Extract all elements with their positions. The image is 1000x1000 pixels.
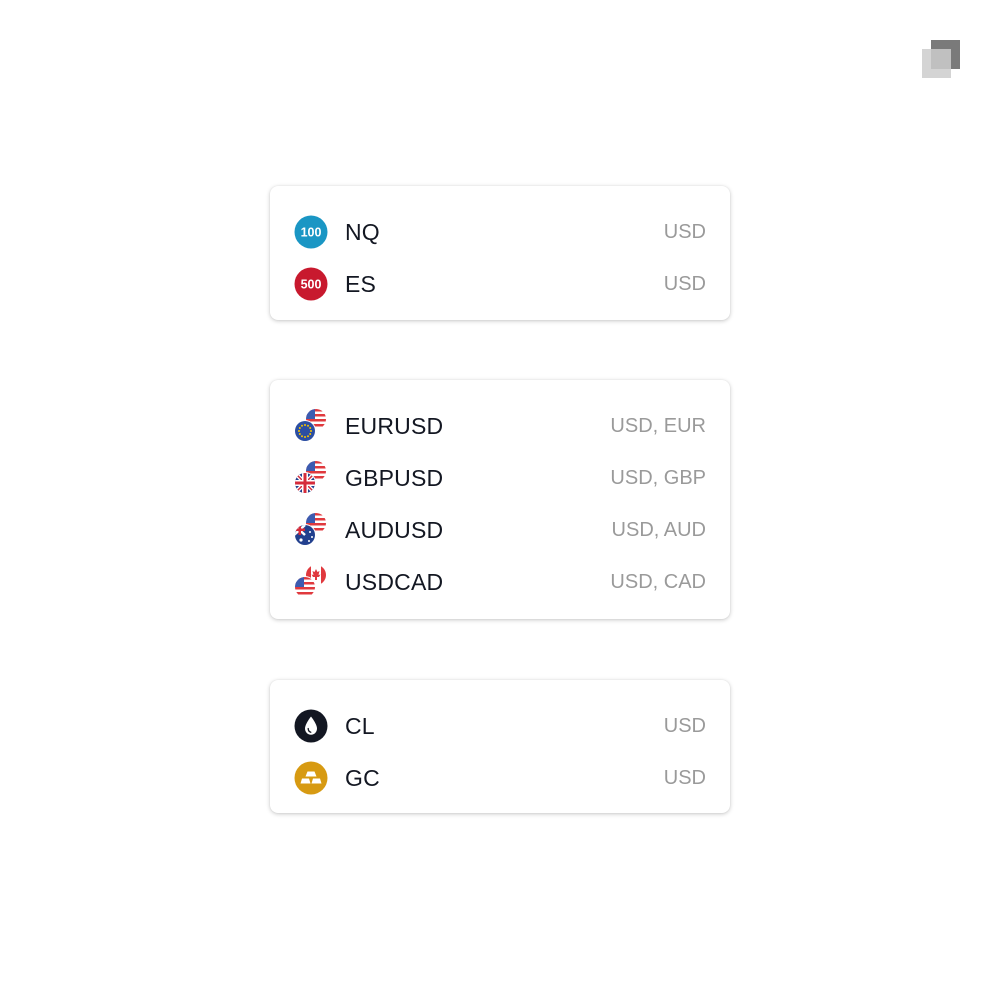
symbol-name: EURUSD [345, 412, 444, 439]
symbol-currency: USD, EUR [610, 414, 706, 437]
symbol-name: ES [345, 270, 377, 297]
symbol-name: AUDUSD [345, 516, 444, 543]
nasdaq-100-icon: 100 [294, 215, 328, 249]
uk-us-flags-icon [294, 461, 328, 495]
commodities-card: CL USD GC USD [270, 680, 730, 813]
symbol-currency: USD, CAD [610, 570, 706, 593]
eu-us-flags-icon [294, 409, 328, 443]
symbol-row-gc[interactable]: GC USD [294, 752, 706, 804]
symbol-name: GC [345, 764, 380, 791]
symbol-currency: USD, GBP [610, 466, 706, 489]
au-us-flags-icon [294, 513, 328, 547]
app-logo [922, 40, 960, 78]
symbol-currency: USD [663, 272, 706, 295]
symbol-row-eurusd[interactable]: EURUSD USD, EUR [294, 400, 706, 452]
symbol-row-es[interactable]: 500 ES USD [294, 258, 706, 310]
page: 100 NQ USD 500 ES USD EURUSD USD, EUR GB… [0, 0, 1000, 1000]
symbol-row-usdcad[interactable]: USDCAD USD, CAD [294, 556, 706, 608]
gold-bars-icon [294, 761, 328, 795]
svg-text:100: 100 [301, 226, 322, 240]
sp-500-icon: 500 [294, 267, 328, 301]
us-ca-flags-icon [294, 565, 328, 599]
symbol-currency: USD [663, 714, 706, 737]
symbol-currency: USD [663, 766, 706, 789]
symbol-row-audusd[interactable]: AUDUSD USD, AUD [294, 504, 706, 556]
symbol-currency: USD, AUD [611, 518, 706, 541]
svg-text:500: 500 [301, 278, 322, 292]
symbol-row-cl[interactable]: CL USD [294, 700, 706, 752]
symbol-name: GBPUSD [345, 464, 444, 491]
forex-pairs-card: EURUSD USD, EUR GBPUSD USD, GBP AUDUSD U… [270, 380, 730, 619]
index-futures-card: 100 NQ USD 500 ES USD [270, 186, 730, 320]
symbol-name: NQ [345, 218, 380, 245]
crude-oil-drop-icon [294, 709, 328, 743]
symbol-name: USDCAD [345, 568, 444, 595]
symbol-currency: USD [663, 220, 706, 243]
symbol-row-gbpusd[interactable]: GBPUSD USD, GBP [294, 452, 706, 504]
symbol-name: CL [345, 712, 375, 739]
symbol-row-nq[interactable]: 100 NQ USD [294, 206, 706, 258]
